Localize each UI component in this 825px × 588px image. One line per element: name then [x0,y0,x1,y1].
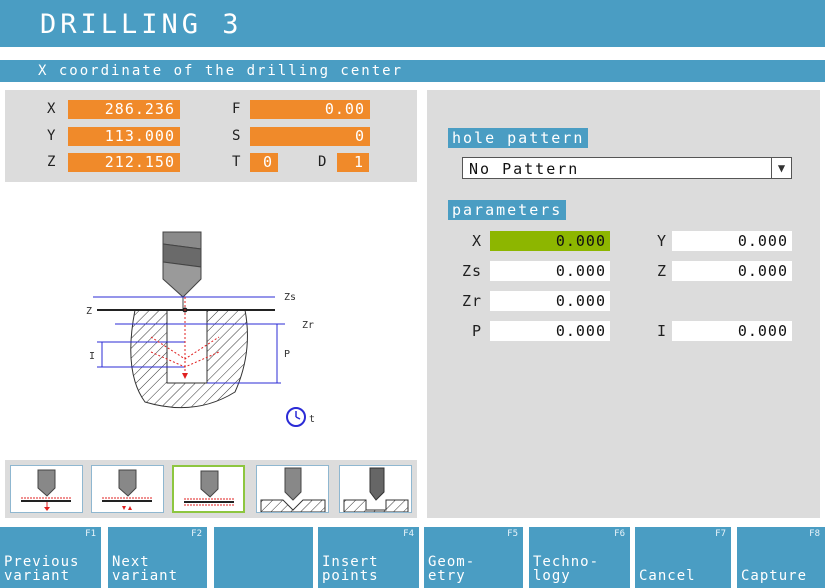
softkey-f2-number: F2 [191,529,202,539]
tool-value: 0 [250,153,278,172]
softkey-f6-label: Techno- logy [533,554,600,584]
drill-variant-2-icon [102,469,152,510]
zs-label: Zs [284,292,296,303]
softkey-f8-number: F8 [809,529,820,539]
param-zs-field[interactable]: 0.000 [490,261,610,281]
softkey-geometry[interactable]: F5 Geom- etry [424,527,523,588]
parameters-heading: parameters [448,200,567,220]
softkey-f3-empty[interactable] [214,527,313,588]
variant-counterbore-button[interactable] [256,465,329,513]
param-y-label: Y [656,232,667,250]
param-z-field[interactable]: 0.000 [672,261,792,281]
param-zs-label: Zs [461,262,482,280]
softkey-previous-variant[interactable]: F1 Previous variant [0,527,101,588]
hole-pattern-heading: hole pattern [448,128,589,148]
param-z-label: Z [656,262,667,280]
param-x-field[interactable]: 0.000 [490,231,610,251]
variant-drill-peck-button[interactable] [91,465,164,513]
status-bar: X coordinate of the drilling center [0,60,825,82]
softkey-f5-number: F5 [507,529,518,539]
softkey-bar: F1 Previous variant F2 Next variant F4 I… [0,527,825,588]
counterbore-icon [260,467,326,513]
dwell-clock-icon [286,407,306,427]
softkey-next-variant[interactable]: F2 Next variant [108,527,207,588]
x-position-value: 286.236 [68,100,180,119]
drill-variant-3-icon [184,470,234,506]
param-i-label: I [656,322,667,340]
softkey-capture[interactable]: F8 Capture [737,527,825,588]
offset-label: D [318,154,327,170]
softkey-f4-label: Insert points [322,554,379,584]
x-axis-label: X [47,101,56,117]
spotface-icon [343,467,409,513]
y-position-value: 113.000 [68,127,180,146]
spindle-value: 0 [250,127,370,146]
hole-pattern-value: No Pattern [469,160,580,178]
spindle-label: S [232,128,241,144]
param-x-label: X [471,232,482,250]
softkey-f1-label: Previous variant [4,554,80,584]
softkey-f7-label: Cancel [639,568,696,584]
p-label: P [284,349,290,360]
param-zr-field[interactable]: 0.000 [490,291,610,311]
param-p-label: P [471,322,482,340]
dropdown-arrow-icon[interactable]: ▼ [771,158,791,178]
parameter-panel [427,90,820,518]
variant-drill-chipbreak-button[interactable] [172,465,245,513]
window-title: DRILLING 3 [40,9,243,40]
param-zr-label: Zr [461,292,482,310]
i-label: I [89,351,95,362]
drill-variant-1-icon [21,469,71,511]
offset-value: 1 [337,153,369,172]
softkey-f8-label: Capture [741,568,808,584]
tool-label: T [232,154,241,170]
variant-drill-single-button[interactable] [10,465,83,513]
softkey-f6-number: F6 [614,529,625,539]
softkey-f7-number: F7 [715,529,726,539]
param-y-field[interactable]: 0.000 [672,231,792,251]
drilling-diagram-svg: Zs Z Zr I P t [86,231,315,427]
softkey-f4-number: F4 [403,529,414,539]
variant-spotface-button[interactable] [339,465,412,513]
variant-selector [5,460,417,518]
z-label: Z [86,306,92,317]
status-text: X coordinate of the drilling center [38,63,404,79]
softkey-f5-label: Geom- etry [428,554,476,584]
cycle-diagram: Zs Z Zr I P t [5,187,417,459]
softkey-f1-number: F1 [85,529,96,539]
title-bar: DRILLING 3 [0,0,825,50]
z-position-value: 212.150 [68,153,180,172]
softkey-insert-points[interactable]: F4 Insert points [318,527,419,588]
t-label: t [309,414,315,425]
coordinate-panel: X 286.236 Y 113.000 Z 212.150 F 0.00 S 0… [5,90,417,182]
y-axis-label: Y [47,128,56,144]
zr-label: Zr [302,320,314,331]
feed-value: 0.00 [250,100,370,119]
param-p-field[interactable]: 0.000 [490,321,610,341]
softkey-cancel[interactable]: F7 Cancel [635,527,731,588]
feed-label: F [232,101,241,117]
param-i-field[interactable]: 0.000 [672,321,792,341]
softkey-f2-label: Next variant [112,554,179,584]
softkey-technology[interactable]: F6 Techno- logy [529,527,630,588]
hole-pattern-select[interactable]: No Pattern ▼ [462,157,792,179]
z-axis-label: Z [47,154,56,170]
